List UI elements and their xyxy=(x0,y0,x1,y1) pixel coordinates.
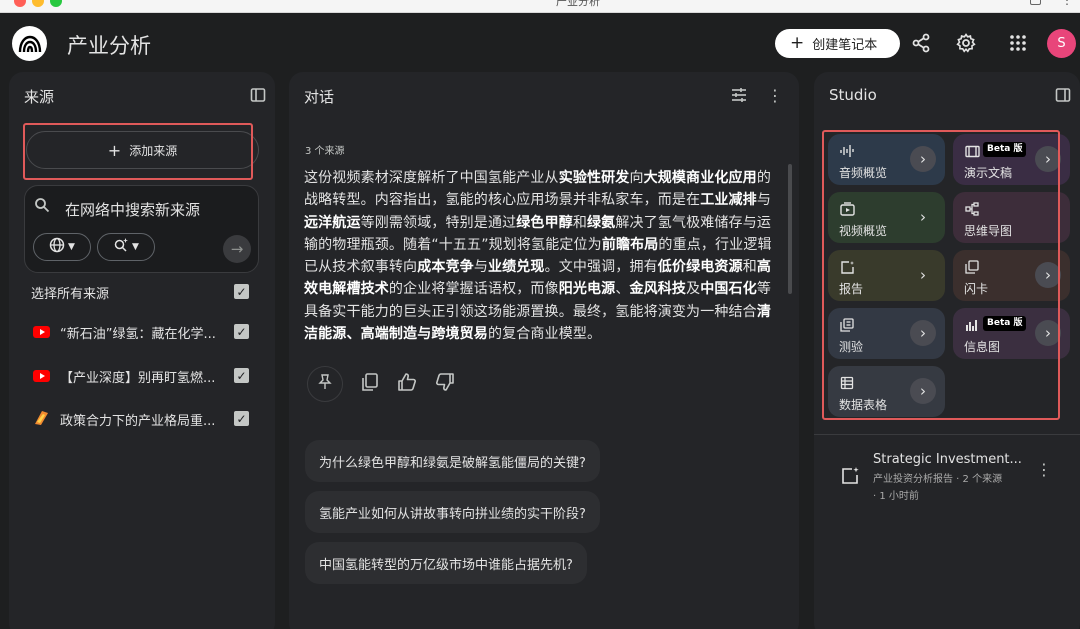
settings-gear-icon[interactable] xyxy=(954,31,978,55)
note-subtitle: 产业投资分析报告 · 2 个来源 xyxy=(873,474,1003,485)
bold-term: 工业减排 xyxy=(700,192,757,209)
tune-settings-icon[interactable] xyxy=(729,85,749,105)
top-bar: 产业分析 + 创建笔记本 S xyxy=(0,13,1080,73)
share-icon[interactable] xyxy=(909,31,933,55)
apps-grid-icon[interactable] xyxy=(1006,31,1030,55)
globe-icon xyxy=(49,237,65,257)
bold-term: 大规模商业化应用 xyxy=(643,170,757,186)
more-vert-icon[interactable]: ⋮ xyxy=(1036,460,1052,479)
pin-icon xyxy=(318,374,332,394)
suggested-question[interactable]: 为什么绿色甲醇和绿氨是破解氢能僵局的关键? xyxy=(305,440,600,482)
response-segment: 与 xyxy=(473,259,488,276)
create-notebook-button[interactable]: + 创建笔记本 xyxy=(775,29,900,58)
bold-term: 金风科技 xyxy=(629,281,687,298)
source-checkbox[interactable]: ✓ xyxy=(234,411,249,426)
notebooklm-logo-icon[interactable] xyxy=(12,26,47,61)
response-segment: 等刚需领域，特别是通过 xyxy=(360,214,517,231)
response-segment: 的复合商业模型。 xyxy=(487,326,602,343)
collapse-panel-icon[interactable] xyxy=(1054,86,1072,104)
divider xyxy=(814,434,1080,435)
bold-term: 业绩兑现 xyxy=(487,259,545,276)
user-avatar[interactable]: S xyxy=(1047,29,1076,58)
more-icon[interactable]: ⋮ xyxy=(1061,0,1073,6)
response-segment: 及 xyxy=(686,281,701,298)
minimize-window-button[interactable] xyxy=(32,0,44,7)
thumbs-down-icon[interactable] xyxy=(435,372,455,396)
close-window-button[interactable] xyxy=(14,0,26,7)
source-item[interactable]: 政策合力下的产业格局重... xyxy=(33,409,223,429)
window-titlebar: 产业分析 ⋮ xyxy=(0,0,1080,13)
highlight-box xyxy=(23,123,253,180)
bold-term: 低价绿电资源 xyxy=(657,259,743,276)
bold-term: 绿氨 xyxy=(587,214,616,231)
copy-icon[interactable] xyxy=(361,372,379,396)
response-segment: 与 xyxy=(756,192,771,209)
highlight-box xyxy=(822,130,1060,420)
chat-panel: 对话 ⋮ 3 个来源 这份视频素材深度解析了中国氢能产业从实验性研发向大规模商业… xyxy=(289,72,799,629)
bold-term: 实验性研发 xyxy=(558,170,630,186)
select-all-checkbox[interactable]: ✓ xyxy=(234,284,249,299)
chat-scrollbar[interactable] xyxy=(788,164,792,294)
bold-term: 远洋航运 xyxy=(304,214,361,231)
notebook-title[interactable]: 产业分析 xyxy=(67,30,151,60)
response-segment: 这份视频素材深度解析了中国氢能产业从 xyxy=(304,170,559,186)
source-item[interactable]: 【产业深度】别再盯氢燃... xyxy=(33,366,223,386)
research-mode-dropdown[interactable]: ▼ xyxy=(97,233,155,261)
maximize-window-button[interactable] xyxy=(50,0,62,7)
response-segment: 。文中强调，拥有 xyxy=(544,259,658,276)
search-sparkle-icon xyxy=(113,237,129,257)
source-item[interactable]: “新石油”绿氢：藏在化学... xyxy=(33,322,223,342)
source-item-label: “新石油”绿氢：藏在化学... xyxy=(60,326,216,342)
bold-term: 绿色甲醇 xyxy=(516,214,573,231)
bold-term: 成本竞争 xyxy=(417,259,474,276)
source-item-label: 政策合力下的产业格局重... xyxy=(60,413,216,429)
suggested-question[interactable]: 中国氢能转型的万亿级市场中谁能占据先机? xyxy=(305,542,587,584)
response-segment: 的企业将掌握话语权，而像 xyxy=(388,281,559,298)
source-item-label: 【产业深度】别再盯氢燃... xyxy=(60,370,216,386)
response-segment: 和 xyxy=(572,214,588,231)
note-title: Strategic Investment... xyxy=(873,452,1022,467)
ai-response-text: 这份视频素材深度解析了中国氢能产业从实验性研发向大规模商业化应用的战略转型。内容… xyxy=(304,167,779,345)
sources-panel-title: 来源 xyxy=(24,88,55,106)
report-icon xyxy=(840,466,860,490)
window-tab-icon[interactable] xyxy=(1030,0,1041,5)
response-segment: 、 xyxy=(615,281,630,298)
chevron-down-icon: ▼ xyxy=(132,242,139,252)
bold-term: 前瞻布局 xyxy=(601,236,659,253)
plus-icon: + xyxy=(790,33,805,53)
response-actions xyxy=(307,366,455,402)
response-segment: 向 xyxy=(629,170,644,186)
source-checkbox[interactable]: ✓ xyxy=(234,368,249,383)
search-icon xyxy=(34,197,50,217)
source-count: 3 个来源 xyxy=(305,146,345,157)
thumbs-up-icon[interactable] xyxy=(397,372,417,396)
source-checkbox[interactable]: ✓ xyxy=(234,324,249,339)
studio-panel: Studio 音频概览 › Beta 版 演示文稿 › 视频概览 › 思维导图 xyxy=(814,72,1080,629)
chevron-down-icon: ▼ xyxy=(68,242,75,252)
suggested-question[interactable]: 氢能产业如何从讲故事转向拼业绩的实干阶段? xyxy=(305,491,600,533)
bold-term: 中国石化 xyxy=(700,281,757,298)
save-to-note-pin-button[interactable] xyxy=(307,366,343,402)
sources-panel: 来源 + 添加来源 在网络中搜索新来源 ▼ ▼ → 选择所有来源 ✓ “新石油”… xyxy=(9,72,275,629)
web-search-input[interactable]: 在网络中搜索新来源 xyxy=(65,199,200,220)
youtube-icon xyxy=(33,326,50,338)
create-notebook-label: 创建笔记本 xyxy=(812,38,878,53)
collapse-panel-icon[interactable] xyxy=(249,86,267,104)
response-segment: 和 xyxy=(742,259,757,276)
select-all-label: 选择所有来源 xyxy=(31,287,110,302)
more-vert-icon[interactable]: ⋮ xyxy=(765,85,785,105)
arrow-right-icon: → xyxy=(230,240,244,258)
note-timestamp: · 1 小时前 xyxy=(873,491,919,502)
web-search-box[interactable]: 在网络中搜索新来源 ▼ ▼ → xyxy=(24,185,259,273)
studio-panel-title: Studio xyxy=(829,86,877,104)
bold-term: 阳光电源 xyxy=(558,281,616,298)
chat-panel-title: 对话 xyxy=(304,88,335,106)
window-title: 产业分析 xyxy=(556,0,600,8)
youtube-icon xyxy=(33,370,50,382)
document-source-icon xyxy=(33,409,50,429)
submit-search-button[interactable]: → xyxy=(223,235,251,263)
web-source-dropdown[interactable]: ▼ xyxy=(33,233,91,261)
